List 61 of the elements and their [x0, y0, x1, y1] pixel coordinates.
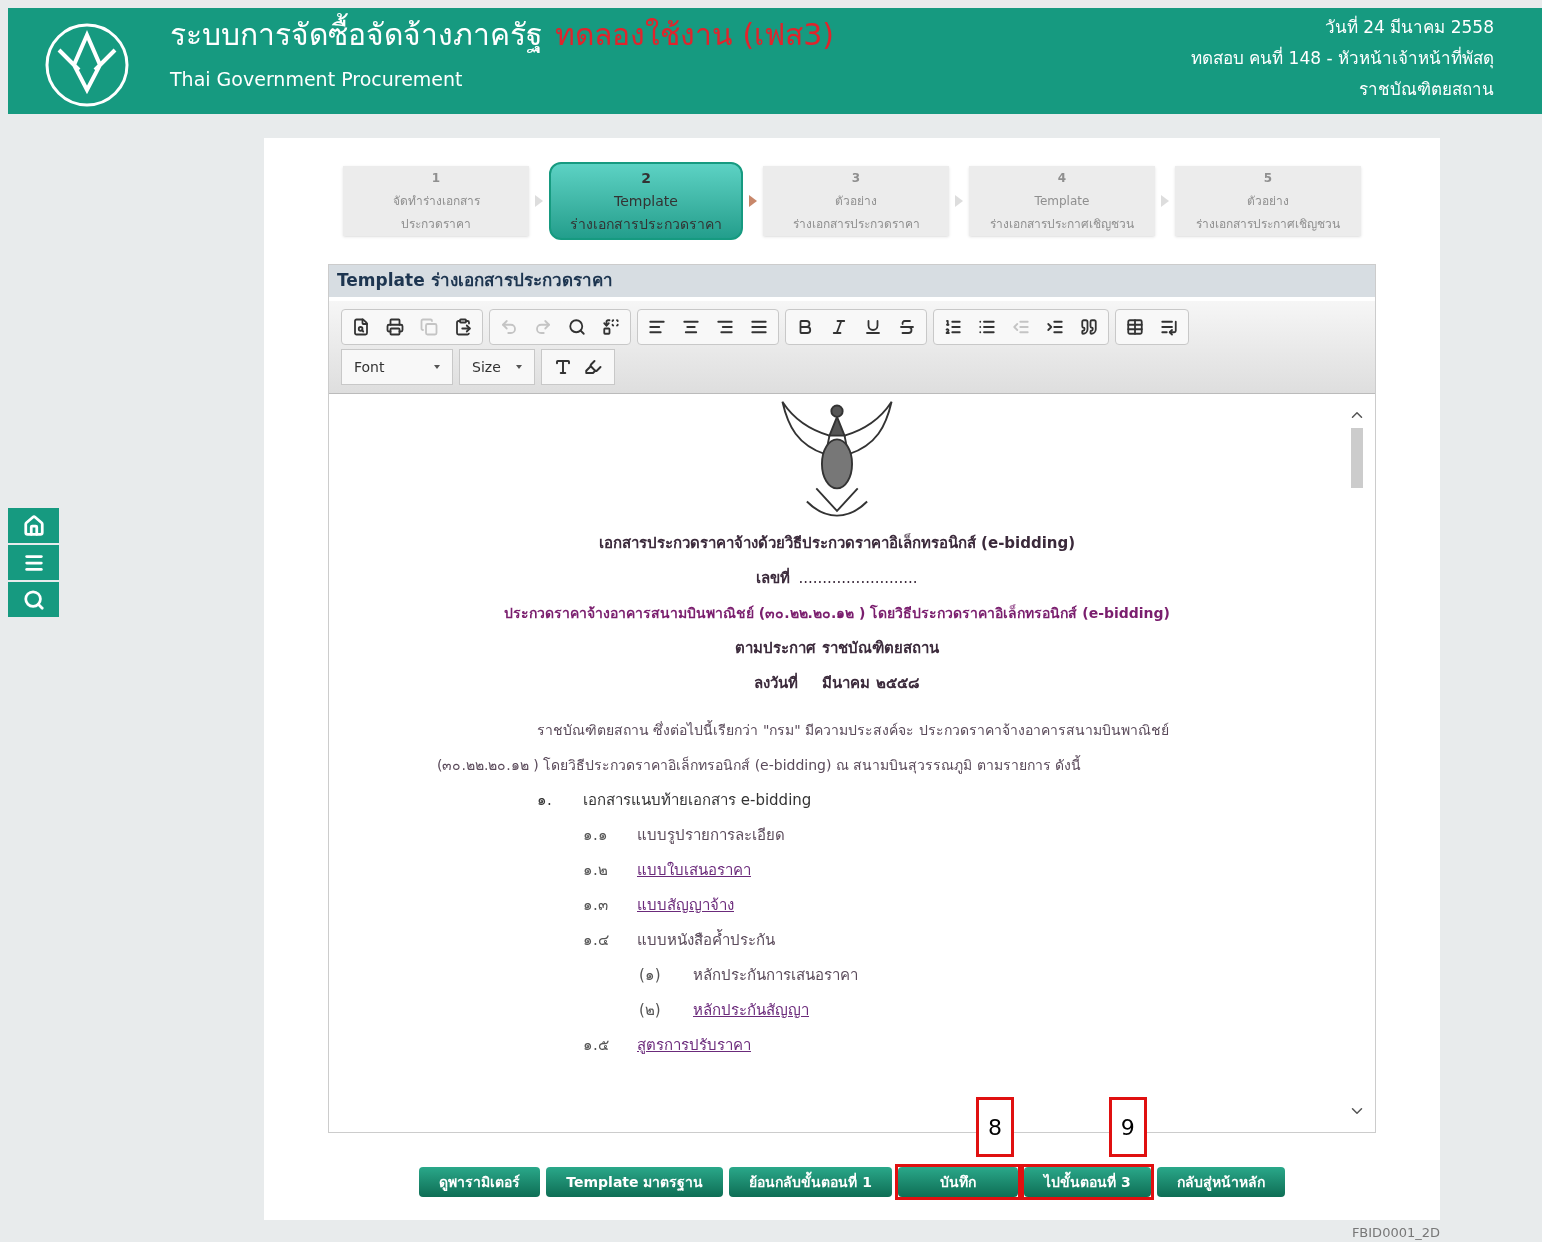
wizard-step[interactable]: 1 จัดทำร่างเอกสาร ประกวดราคา: [343, 166, 529, 236]
size-dropdown[interactable]: Size: [459, 349, 535, 385]
item-number: ๑.๔: [583, 930, 610, 952]
wizard-step[interactable]: 5 ตัวอย่าง ร่างเอกสารประกาศเชิญชวน: [1175, 166, 1361, 236]
step-arrow-icon: [1161, 195, 1169, 207]
page-code: FBID0001_2D: [1351, 1223, 1440, 1242]
document-link[interactable]: แบบใบเสนอราคา: [637, 859, 751, 882]
document-link[interactable]: สูตรการปรับราคา: [637, 1034, 751, 1057]
action-button[interactable]: Template มาตรฐาน: [546, 1167, 724, 1197]
announcer-line: ตามประกาศ ราชบัณฑิตยสถาน: [735, 638, 939, 659]
item-number: (๒): [639, 1000, 662, 1022]
action-button[interactable]: กลับสู่หน้าหลัก: [1156, 1167, 1285, 1197]
replace-icon[interactable]: [600, 316, 622, 338]
callout-number: 8: [976, 1097, 1015, 1157]
action-button[interactable]: ไปขั้นตอนที่ 3: [1024, 1167, 1151, 1197]
item-text: แบบหนังสือค้ำประกัน: [637, 929, 775, 952]
trial-label: ทดลองใช้งาน (เฟส3): [555, 16, 835, 54]
wizard-step[interactable]: 3 ตัวอย่าง ร่างเอกสารประกวดราคา: [763, 166, 949, 236]
current-date: วันที่ 24 มีนาคม 2558: [1324, 14, 1494, 39]
section-heading: เอกสารแนบท้ายเอกสาร e-bidding: [583, 790, 812, 812]
date-value: มีนาคม ๒๕๕๘: [822, 673, 920, 694]
number-blank: .........................: [798, 568, 918, 589]
scroll-thumb[interactable]: [1351, 428, 1363, 488]
quote-icon[interactable]: [1078, 316, 1100, 338]
item-number: (๑): [639, 965, 662, 987]
search-icon[interactable]: [566, 316, 588, 338]
step-arrow-icon: [535, 195, 543, 207]
menu-icon[interactable]: [8, 545, 59, 580]
section-number: ๑.: [537, 790, 553, 812]
document-link[interactable]: หลักประกันสัญญา: [693, 999, 809, 1022]
document-subject: ประกวดราคาจ้างอาคารสนามบินพาณิชย์ (๓๐.๒๒.๒๐.๑๒ ) โดยวิธีประกวดราคาอิเล็กทรอนิกส์ (e-bidding): [504, 603, 1170, 623]
action-button[interactable]: ดูพารามิเตอร์: [419, 1167, 541, 1197]
callout-number: 9: [1108, 1097, 1147, 1157]
system-title: ระบบการจัดซื้อจัดจ้างภาครัฐ: [170, 12, 543, 57]
home-icon[interactable]: [8, 508, 59, 543]
wizard-step[interactable]: 4 Template ร่างเอกสารประกาศเชิญชวน: [969, 166, 1155, 236]
organization-name: ราชบัณฑิตยสถาน: [1359, 78, 1494, 101]
document-link[interactable]: แบบสัญญาจ้าง: [637, 894, 734, 917]
table-icon[interactable]: [1124, 316, 1146, 338]
highlight-color-icon[interactable]: [584, 358, 602, 376]
user-name: ทดสอบ คนที่ 148 - หัวหน้าเจ้าหน้าที่พัสดุ: [1190, 45, 1494, 71]
font-dropdown[interactable]: Font: [341, 349, 453, 385]
document-paragraph: ราชบัณฑิตยสถาน ซึ่งต่อไปนี้เรียกว่า "กรม" มีความประสงค์จะ ประกวดราคาจ้างอาคารสนามบินพาณิชย์ (๓๐.๒๒.๒๐.๑๒ ) โดยวิธีประกวดราคาอิเล็กทรอนิกส์ (e-bidding) ณ สนามบินสุวรรณภูมิ ตามรายการ ดังนี้: [437, 719, 1170, 776]
action-button[interactable]: ย้อนกลับขั้นตอนที่ 1: [729, 1167, 893, 1197]
item-text: หลักประกันการเสนอราคา: [693, 965, 858, 987]
wizard-step[interactable]: 2 Template ร่างเอกสารประกวดราคา: [549, 162, 743, 240]
print-icon[interactable]: [384, 316, 406, 338]
text-color-icon[interactable]: [554, 358, 572, 376]
date-label: ลงวันที่: [754, 671, 799, 694]
action-button[interactable]: บันทึก: [898, 1167, 1019, 1197]
item-number: ๑.๓: [583, 895, 609, 917]
item-number: ๑.๕: [583, 1035, 610, 1057]
document-title: เอกสารประกวดราคาจ้างด้วยวิธีประกวดราคาอิเล็กทรอนิกส์ (e-bidding): [598, 532, 1076, 554]
step-arrow-icon: [749, 195, 757, 207]
system-subtitle: Thai Government Procurement: [170, 67, 464, 92]
item-text: แบบรูปรายการละเอียด: [637, 825, 785, 847]
panel-title: Template ร่างเอกสารประกวดราคา: [329, 265, 1375, 297]
item-number: ๑.๑: [583, 825, 609, 847]
number-label: เลขที่: [756, 566, 791, 589]
step-arrow-icon: [955, 195, 963, 207]
item-number: ๑.๒: [583, 860, 609, 882]
